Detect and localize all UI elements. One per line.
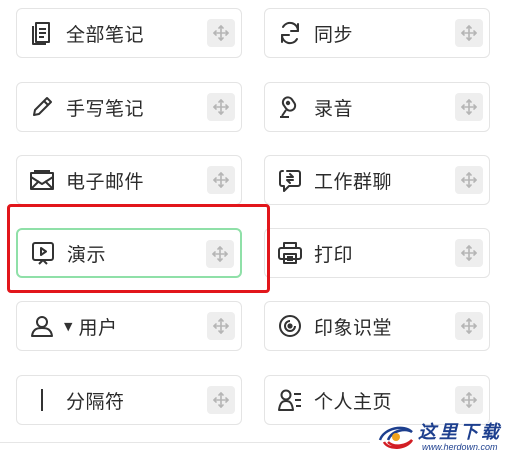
tile-label: 电子邮件 — [66, 170, 145, 193]
tile-handwriting[interactable]: 手写笔记 — [16, 82, 242, 132]
move-arrows-icon[interactable] — [455, 19, 483, 47]
move-arrows-icon[interactable] — [207, 166, 235, 194]
watermark: 这里下载 www.herdown.com — [372, 418, 502, 454]
user-icon — [28, 312, 56, 340]
microphone-icon — [276, 93, 304, 121]
chevron-down-icon[interactable]: ▼ — [64, 320, 72, 333]
tile-user[interactable]: ▼ 用户 — [16, 301, 242, 351]
tile-label: 同步 — [314, 23, 354, 46]
move-arrows-icon[interactable] — [206, 240, 234, 268]
divider — [0, 442, 370, 443]
tile-presentation[interactable]: 演示 — [16, 228, 242, 278]
target-icon — [276, 312, 304, 340]
separator-icon — [28, 386, 56, 414]
tile-label: 全部笔记 — [66, 23, 145, 46]
profile-icon — [276, 386, 304, 414]
tile-email[interactable]: 电子邮件 — [16, 155, 242, 205]
tile-label: 打印 — [314, 243, 354, 266]
watermark-title: 这里下载 — [418, 422, 502, 443]
chat-icon — [276, 166, 304, 194]
tile-recording[interactable]: 录音 — [264, 82, 490, 132]
move-arrows-icon[interactable] — [455, 93, 483, 121]
tile-label: 用户 — [78, 316, 118, 339]
printer-icon — [276, 239, 304, 267]
tile-print[interactable]: 打印 — [264, 228, 490, 278]
tile-label: 手写笔记 — [66, 97, 145, 120]
notes-icon — [28, 19, 56, 47]
tile-separator[interactable]: 分隔符 — [16, 375, 242, 425]
tile-label: 演示 — [67, 243, 107, 266]
tile-evernote-chamber[interactable]: 印象识堂 — [264, 301, 490, 351]
sync-icon — [276, 19, 304, 47]
move-arrows-icon[interactable] — [207, 93, 235, 121]
move-arrows-icon[interactable] — [207, 386, 235, 414]
tile-label: 个人主页 — [314, 390, 393, 413]
tile-all-notes[interactable]: 全部笔记 — [16, 8, 242, 58]
move-arrows-icon[interactable] — [455, 386, 483, 414]
move-arrows-icon[interactable] — [455, 166, 483, 194]
watermark-logo-icon — [378, 426, 414, 449]
watermark-url: www.herdown.com — [422, 442, 498, 452]
move-arrows-icon[interactable] — [207, 19, 235, 47]
tile-sync[interactable]: 同步 — [264, 8, 490, 58]
tile-label: 录音 — [314, 97, 354, 120]
tile-work-chat[interactable]: 工作群聊 — [264, 155, 490, 205]
move-arrows-icon[interactable] — [455, 239, 483, 267]
tile-label: 分隔符 — [66, 390, 125, 413]
tile-label: 印象识堂 — [314, 316, 393, 339]
pen-icon — [28, 93, 56, 121]
move-arrows-icon[interactable] — [207, 312, 235, 340]
move-arrows-icon[interactable] — [455, 312, 483, 340]
mail-icon — [28, 166, 56, 194]
presentation-icon — [29, 239, 57, 267]
tile-label: 工作群聊 — [314, 170, 393, 193]
